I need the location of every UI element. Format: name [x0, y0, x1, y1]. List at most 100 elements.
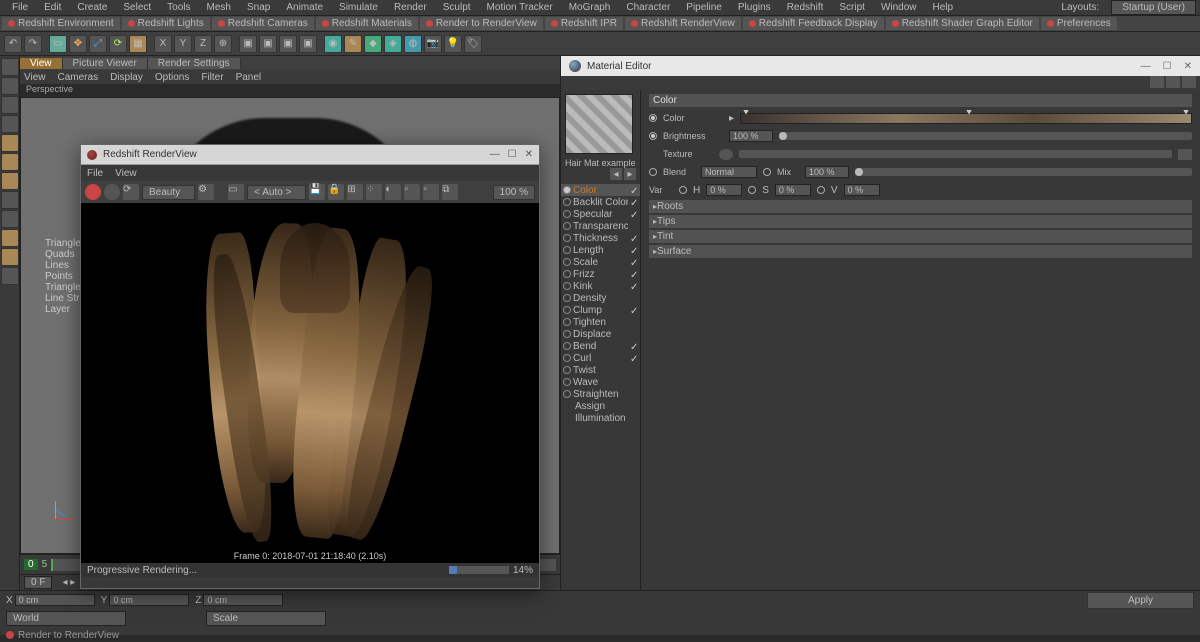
texture-mode-icon[interactable] — [1, 96, 19, 114]
generator-button[interactable]: ◆ — [364, 35, 382, 53]
model-mode-icon[interactable] — [1, 58, 19, 76]
tab-rs-environment[interactable]: Redshift Environment — [2, 17, 120, 30]
menu-create[interactable]: Create — [69, 2, 115, 13]
tab-rs-feedback[interactable]: Redshift Feedback Display — [743, 17, 884, 30]
select-tool[interactable]: ▭ — [49, 35, 67, 53]
rv-refresh-button[interactable]: ⟳ — [123, 184, 139, 200]
color-gradient[interactable] — [740, 113, 1192, 124]
menu-file[interactable]: File — [4, 2, 36, 13]
channel-frizz[interactable]: Frizz✓ — [561, 268, 640, 280]
channel-twist[interactable]: Twist — [561, 364, 640, 376]
mat-titlebar[interactable]: Material Editor — ☐ ✕ — [561, 56, 1200, 76]
blend-radio[interactable] — [649, 168, 657, 176]
axis-x-toggle[interactable]: X — [154, 35, 172, 53]
collapse-surface[interactable]: Surface — [649, 245, 1192, 258]
apply-button[interactable]: Apply — [1087, 592, 1194, 609]
tab-rs-materials[interactable]: Redshift Materials — [316, 17, 418, 30]
env-button[interactable]: ◍ — [404, 35, 422, 53]
texture-field[interactable] — [739, 150, 1172, 158]
menu-edit[interactable]: Edit — [36, 2, 69, 13]
collapse-roots[interactable]: Roots — [649, 200, 1192, 213]
axis-y-toggle[interactable]: Y — [174, 35, 192, 53]
edge-mode-icon[interactable] — [1, 153, 19, 171]
channel-tighten[interactable]: Tighten — [561, 316, 640, 328]
poly-mode-icon[interactable] — [1, 172, 19, 190]
menu-help[interactable]: Help — [925, 2, 962, 13]
rv-zoom-dropdown[interactable]: 100 % — [493, 185, 535, 200]
channel-specular[interactable]: Specular✓ — [561, 208, 640, 220]
texture-arrow-icon[interactable] — [719, 149, 733, 160]
tab-render-to-renderview[interactable]: Render to RenderView — [420, 17, 543, 30]
rv-bucket-dropdown[interactable]: < Auto > — [247, 185, 306, 200]
close-icon[interactable]: ✕ — [1184, 61, 1192, 72]
rv-lock-button[interactable]: 🔒 — [328, 184, 344, 200]
tab-rs-ipr[interactable]: Redshift IPR — [545, 17, 623, 30]
channel-thickness[interactable]: Thickness✓ — [561, 232, 640, 244]
mat-lock-icon[interactable] — [1182, 76, 1196, 88]
scale-dropdown[interactable]: Scale — [206, 611, 326, 626]
rv-snapshot-b-button[interactable]: ▫ — [423, 184, 439, 200]
channel-length[interactable]: Length✓ — [561, 244, 640, 256]
coord-sys-button[interactable]: ⊕ — [214, 35, 232, 53]
point-mode-icon[interactable] — [1, 134, 19, 152]
rotate-tool[interactable]: ⟳ — [109, 35, 127, 53]
y-field[interactable] — [109, 594, 189, 606]
rv-channel-button[interactable]: ◐ — [385, 184, 401, 200]
menu-render[interactable]: Render — [386, 2, 435, 13]
frame-field[interactable]: 0 F — [24, 576, 52, 589]
var-v-radio[interactable] — [817, 186, 825, 194]
menu-redshift[interactable]: Redshift — [779, 2, 832, 13]
mat-preview-thumb[interactable] — [565, 94, 633, 154]
light-button[interactable]: 💡 — [444, 35, 462, 53]
mat-next-icon[interactable] — [1166, 76, 1180, 88]
rv-minimize-icon[interactable]: — — [490, 149, 500, 160]
menu-plugins[interactable]: Plugins — [730, 2, 779, 13]
mix-field[interactable]: 100 % — [805, 166, 849, 178]
channel-displace[interactable]: Displace — [561, 328, 640, 340]
channel-illumination[interactable]: Illumination — [561, 412, 640, 424]
viewtab-view[interactable]: View — [20, 58, 63, 69]
rv-picker-button[interactable]: ⁘ — [366, 184, 382, 200]
rv-save-button[interactable]: 💾 — [309, 184, 325, 200]
channel-wave[interactable]: Wave — [561, 376, 640, 388]
x-field[interactable] — [15, 594, 95, 606]
menu-pipeline[interactable]: Pipeline — [678, 2, 730, 13]
rv-settings-button[interactable]: ⚙ — [198, 184, 214, 200]
menu-motion-tracker[interactable]: Motion Tracker — [479, 2, 561, 13]
object-mode-icon[interactable] — [1, 77, 19, 95]
brightness-radio[interactable] — [649, 132, 657, 140]
tab-rs-lights[interactable]: Redshift Lights — [122, 17, 210, 30]
rv-snapshot-a-button[interactable]: ▫ — [404, 184, 420, 200]
menu-select[interactable]: Select — [115, 2, 159, 13]
vmenu-display[interactable]: Display — [110, 72, 143, 83]
mix-slider[interactable] — [855, 168, 1192, 176]
rv-menu-view[interactable]: View — [115, 168, 137, 179]
channel-transparency[interactable]: Transparency — [561, 220, 640, 232]
rv-canvas[interactable]: Frame 0: 2018-07-01 21:18:40 (2.10s) — [81, 203, 539, 563]
vmenu-panel[interactable]: Panel — [236, 72, 262, 83]
vmenu-options[interactable]: Options — [155, 72, 189, 83]
snap-icon[interactable] — [1, 229, 19, 247]
axis-z-toggle[interactable]: Z — [194, 35, 212, 53]
quantize-icon[interactable] — [1, 248, 19, 266]
texture-browse-button[interactable] — [1178, 149, 1192, 160]
brightness-field[interactable]: 100 % — [729, 130, 773, 142]
h-field[interactable]: 0 % — [706, 184, 742, 196]
minimize-icon[interactable]: — — [1141, 61, 1151, 72]
menu-snap[interactable]: Snap — [239, 2, 278, 13]
render-pv-button[interactable]: ▣ — [279, 35, 297, 53]
vmenu-view[interactable]: View — [24, 72, 46, 83]
channel-density[interactable]: Density — [561, 292, 640, 304]
redo-button[interactable]: ↷ — [24, 35, 42, 53]
menu-tools[interactable]: Tools — [159, 2, 198, 13]
mix-radio[interactable] — [763, 168, 771, 176]
menu-mograph[interactable]: MoGraph — [561, 2, 619, 13]
tab-rs-renderview[interactable]: Redshift RenderView — [625, 17, 741, 30]
rv-menu-file[interactable]: File — [87, 168, 103, 179]
rv-compare-button[interactable]: ⧉ — [442, 184, 458, 200]
rv-region-button[interactable]: ▭ — [228, 184, 244, 200]
channel-clump[interactable]: Clump✓ — [561, 304, 640, 316]
v-field[interactable]: 0 % — [844, 184, 880, 196]
mat-prev-icon[interactable] — [1150, 76, 1164, 88]
rv-aov-dropdown[interactable]: Beauty — [142, 185, 195, 200]
